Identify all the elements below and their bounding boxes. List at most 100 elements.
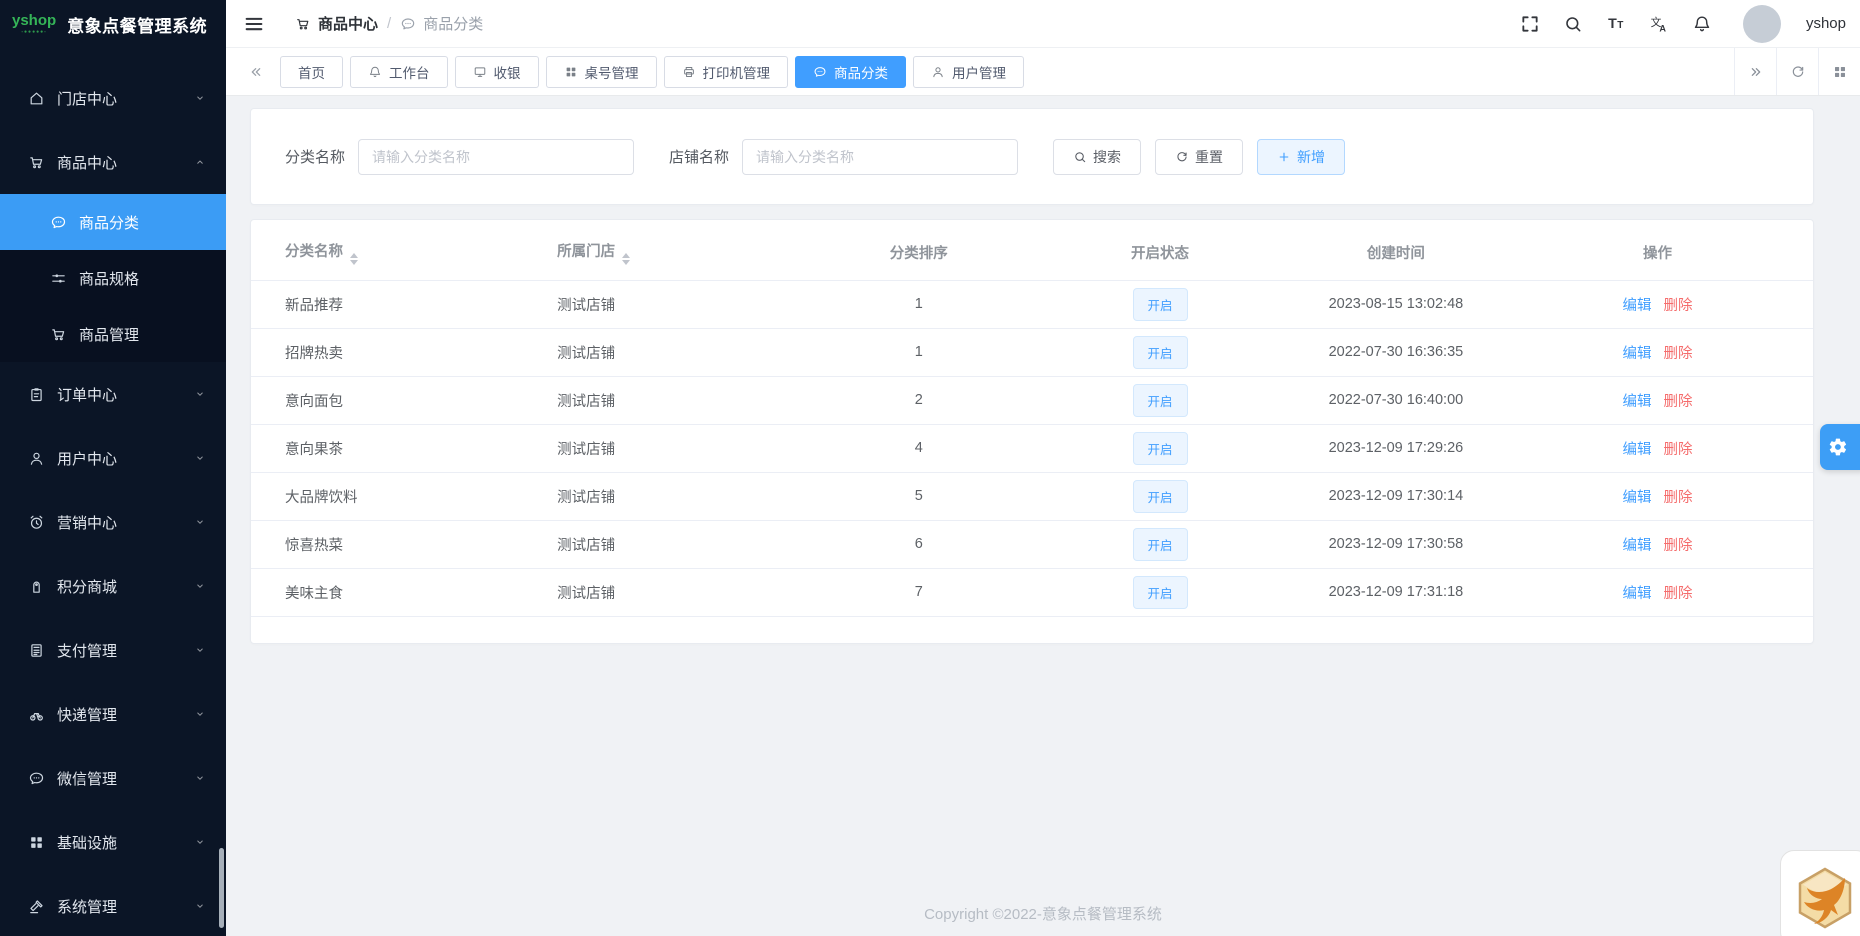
sidebar-item-goods-manage[interactable]: 商品管理 [0,306,226,362]
cell-status: 开启 [1030,520,1290,569]
tab-label: 工作台 [389,65,430,81]
refresh-tab-button[interactable] [1776,48,1818,95]
medal-icon [28,578,45,595]
edit-link[interactable]: 编辑 [1623,490,1652,506]
cell-status: 开启 [1030,280,1290,329]
username[interactable]: yshop [1806,15,1846,32]
delete-link[interactable]: 删除 [1664,442,1693,458]
category-name-input[interactable] [358,138,635,175]
avatar[interactable] [1742,4,1781,43]
status-toggle[interactable]: 开启 [1132,575,1188,609]
chevron-down-icon [194,708,206,720]
delete-link[interactable]: 删除 [1664,586,1693,602]
sidebar-item-goods-category[interactable]: 商品分类 [0,194,226,250]
tab-label: 收银 [493,65,521,81]
status-toggle[interactable]: 开启 [1132,383,1188,417]
yshop-logo: yshop -●●●●●- [12,12,57,35]
column-header-name[interactable]: 分类名称 [251,226,558,281]
cell-category-name: 惊喜热菜 [251,520,558,569]
sort-toggle[interactable] [350,253,358,266]
delete-link[interactable]: 删除 [1664,298,1693,314]
delete-link[interactable]: 删除 [1664,538,1693,554]
sidebar-item-goods-center[interactable]: 商品中心 [0,130,226,194]
tab-options-button[interactable] [1818,48,1860,95]
edit-link[interactable]: 编辑 [1623,298,1652,314]
comment-icon [400,16,416,32]
category-table-card: 分类名称 所属门店 分类排序 开启状态 创建时间 操作 新品推荐 测试店铺 1 开启 2023-0… [250,219,1814,644]
status-toggle[interactable]: 开启 [1132,479,1188,513]
store-name-input[interactable] [742,138,1019,175]
bell-icon[interactable] [1692,14,1712,34]
sidebar-item-store-center[interactable]: 门店中心 [0,66,226,130]
tab-table-manage[interactable]: 桌号管理 [545,55,657,88]
edit-link[interactable]: 编辑 [1623,394,1652,410]
sidebar-item-wechat-manage[interactable]: 微信管理 [0,746,226,810]
user-icon [28,450,45,467]
extension-badge[interactable] [1780,850,1860,936]
column-header-store[interactable]: 所属门店 [557,226,808,281]
cell-store: 测试店铺 [557,520,808,569]
edit-link[interactable]: 编辑 [1623,346,1652,362]
sidebar-item-label: 支付管理 [57,642,118,660]
sidebar-scrollbar-thumb[interactable] [219,848,224,928]
edit-link[interactable]: 编辑 [1623,586,1652,602]
sort-toggle[interactable] [622,253,631,266]
plus-icon [1277,150,1291,164]
tab-printer-manage[interactable]: 打印机管理 [663,55,788,88]
tab-cashier[interactable]: 收银 [454,55,539,88]
refresh-icon [1175,150,1189,164]
sidebar-item-label: 用户中心 [57,450,118,468]
sidebar-item-goods-spec[interactable]: 商品规格 [0,250,226,306]
tab-goods-category[interactable]: 商品分类 [795,55,906,88]
sidebar-item-infrastructure[interactable]: 基础设施 [0,810,226,874]
status-toggle[interactable]: 开启 [1132,287,1188,321]
sidebar-item-system-manage[interactable]: 系统管理 [0,874,226,936]
sidebar-item-user-center[interactable]: 用户中心 [0,426,226,490]
sidebar-item-label: 商品管理 [79,326,140,344]
sidebar-item-payment-manage[interactable]: 支付管理 [0,618,226,682]
translate-icon[interactable]: 文A [1649,14,1669,34]
cell-store: 测试店铺 [557,568,808,617]
table-row: 意向果茶 测试店铺 4 开启 2023-12-09 17:29:26 编辑 删除 [251,424,1813,473]
delete-link[interactable]: 删除 [1664,394,1693,410]
cell-actions: 编辑 删除 [1502,280,1813,329]
sidebar-item-order-center[interactable]: 订单中心 [0,362,226,426]
status-toggle[interactable]: 开启 [1132,335,1188,369]
store-name-label: 店铺名称 [669,149,730,166]
chevron-down-icon [194,772,206,784]
settings-fab[interactable] [1820,424,1860,470]
table-header-row: 分类名称 所属门店 分类排序 开启状态 创建时间 操作 [251,226,1813,281]
tab-home[interactable]: 首页 [280,55,343,88]
cell-actions: 编辑 删除 [1502,376,1813,425]
edit-link[interactable]: 编辑 [1623,538,1652,554]
breadcrumb-item-goods-category[interactable]: 商品分类 [400,13,483,34]
status-toggle[interactable]: 开启 [1132,527,1188,561]
search-button[interactable]: 搜索 [1053,138,1142,175]
edit-link[interactable]: 编辑 [1623,442,1652,458]
fullscreen-icon[interactable] [1520,14,1540,34]
sidebar-item-marketing-center[interactable]: 营销中心 [0,490,226,554]
tab-user-manage[interactable]: 用户管理 [913,55,1024,88]
font-size-icon[interactable]: TT [1606,14,1626,34]
page-content: 分类名称 店铺名称 搜索 重置 新增 [226,96,1860,936]
sidebar-item-label: 基础设施 [57,834,118,852]
chevron-up-icon [194,156,206,168]
category-name-label: 分类名称 [285,149,346,166]
status-toggle[interactable]: 开启 [1132,431,1188,465]
delete-link[interactable]: 删除 [1664,490,1693,506]
reset-button[interactable]: 重置 [1155,138,1244,175]
tab-workbench[interactable]: 工作台 [350,55,448,88]
breadcrumb-item-goods-center[interactable]: 商品中心 [295,13,378,34]
tabs-scroll-left-button[interactable] [238,48,274,95]
tab-label: 桌号管理 [584,65,639,81]
tabs-scroll-right-button[interactable] [1734,48,1776,95]
cell-sort: 4 [807,424,1031,473]
tab-label: 用户管理 [952,65,1006,81]
add-button[interactable]: 新增 [1257,138,1346,175]
search-icon[interactable] [1563,14,1583,34]
menu-fold-icon[interactable] [243,13,265,35]
sidebar-item-points-mall[interactable]: 积分商城 [0,554,226,618]
delete-link[interactable]: 删除 [1664,346,1693,362]
cell-status: 开启 [1030,472,1290,521]
sidebar-item-express-manage[interactable]: 快递管理 [0,682,226,746]
